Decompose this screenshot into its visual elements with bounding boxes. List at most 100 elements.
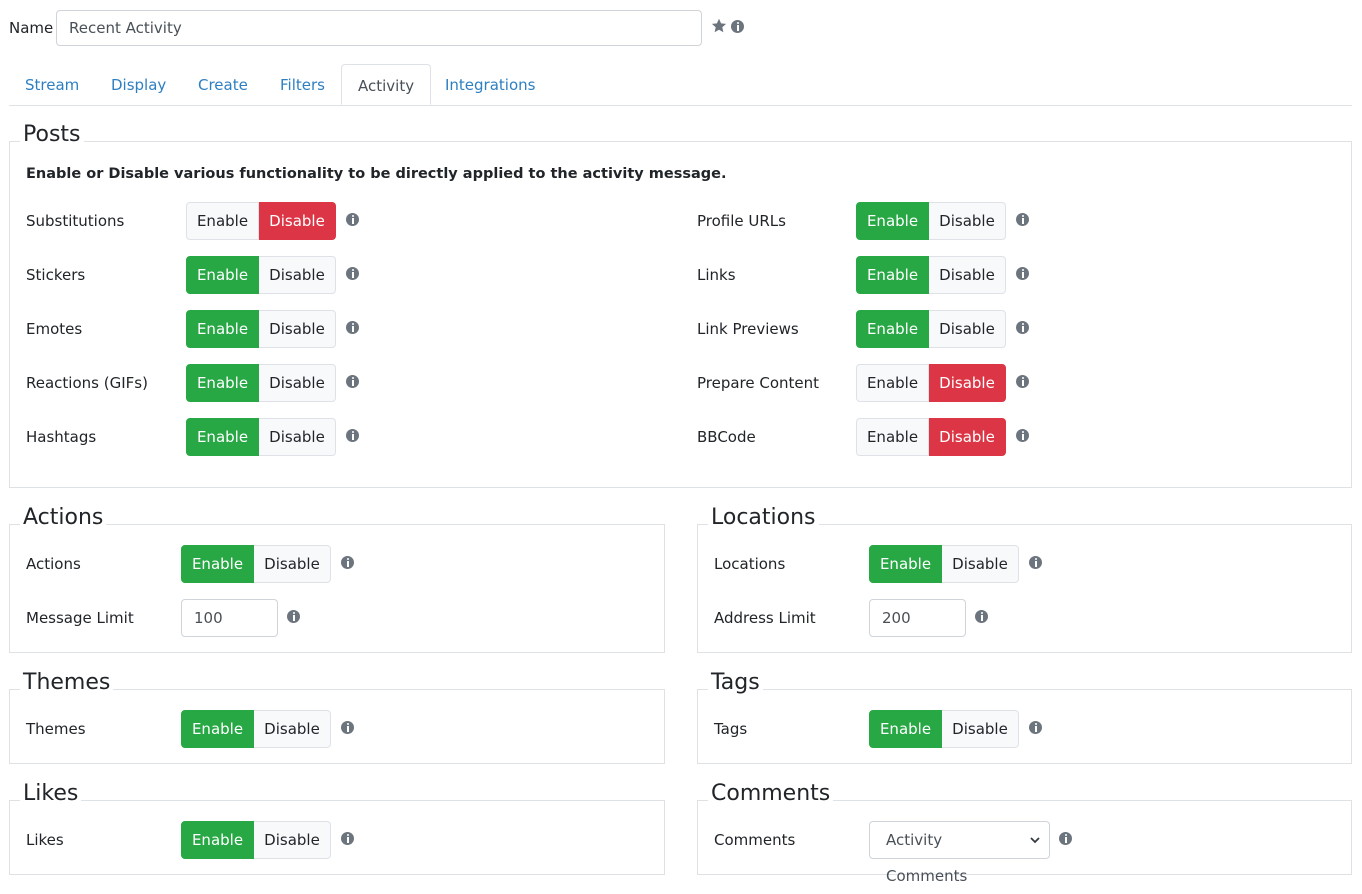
info-icon[interactable] — [1016, 321, 1029, 334]
comments-label: Comments — [714, 831, 796, 849]
emotes-disable-button[interactable]: Disable — [259, 310, 336, 348]
posts-description: Enable or Disable various functionality … — [26, 166, 727, 182]
chevron-down-icon — [1030, 837, 1040, 844]
hashtags-disable-button[interactable]: Disable — [259, 418, 336, 456]
info-icon[interactable] — [341, 721, 354, 734]
stickers-label: Stickers — [26, 266, 86, 284]
stickers-enable-button[interactable]: Enable — [186, 256, 259, 294]
info-icon[interactable] — [1016, 213, 1029, 226]
bbcode-toggle: Enable Disable — [856, 418, 1006, 456]
address-limit-input[interactable] — [869, 599, 966, 637]
tab-integrations[interactable]: Integrations — [429, 64, 551, 104]
actions-enable-button[interactable]: Enable — [181, 545, 254, 583]
tab-stream[interactable]: Stream — [9, 64, 95, 104]
info-icon[interactable] — [975, 610, 988, 623]
likes-toggle: Enable Disable — [181, 821, 331, 859]
tags-legend: Tags — [708, 668, 763, 698]
hashtags-enable-button[interactable]: Enable — [186, 418, 259, 456]
stickers-disable-button[interactable]: Disable — [259, 256, 336, 294]
link-previews-toggle: Enable Disable — [856, 310, 1006, 348]
reactions-gifs-disable-button[interactable]: Disable — [259, 364, 336, 402]
info-icon[interactable] — [346, 213, 359, 226]
tab-activity[interactable]: Activity — [341, 64, 432, 105]
links-disable-button[interactable]: Disable — [929, 256, 1006, 294]
name-input[interactable] — [56, 10, 702, 46]
likes-disable-button[interactable]: Disable — [254, 821, 331, 859]
actions-disable-button[interactable]: Disable — [254, 545, 331, 583]
star-icon[interactable] — [711, 18, 727, 34]
reactions-gifs-label: Reactions (GIFs) — [26, 374, 148, 392]
info-icon[interactable] — [346, 267, 359, 280]
tags-enable-button[interactable]: Enable — [869, 710, 942, 748]
tab-create[interactable]: Create — [182, 64, 264, 104]
locations-section: Locations Locations Enable Disable Addre… — [697, 503, 1352, 653]
info-icon[interactable] — [1029, 556, 1042, 569]
address-limit-label: Address Limit — [714, 609, 816, 627]
prepare-content-enable-button[interactable]: Enable — [856, 364, 929, 402]
themes-enable-button[interactable]: Enable — [181, 710, 254, 748]
tags-section: Tags Tags Enable Disable — [697, 668, 1352, 764]
link-previews-enable-button[interactable]: Enable — [856, 310, 929, 348]
substitutions-enable-button[interactable]: Enable — [186, 202, 259, 240]
substitutions-toggle: Enable Disable — [186, 202, 336, 240]
info-icon[interactable] — [346, 321, 359, 334]
actions-label: Actions — [26, 555, 81, 573]
likes-section: Likes Likes Enable Disable — [9, 779, 665, 875]
info-icon[interactable] — [341, 832, 354, 845]
message-limit-input[interactable] — [181, 599, 278, 637]
hashtags-toggle: Enable Disable — [186, 418, 336, 456]
info-icon[interactable] — [1059, 832, 1072, 845]
locations-legend: Locations — [708, 503, 819, 533]
substitutions-label: Substitutions — [26, 212, 125, 230]
tab-display[interactable]: Display — [95, 64, 182, 104]
links-enable-button[interactable]: Enable — [856, 256, 929, 294]
info-icon[interactable] — [1016, 267, 1029, 280]
bbcode-enable-button[interactable]: Enable — [856, 418, 929, 456]
substitutions-disable-button[interactable]: Disable — [259, 202, 336, 240]
locations-enable-button[interactable]: Enable — [869, 545, 942, 583]
info-icon[interactable] — [1016, 375, 1029, 388]
link-previews-disable-button[interactable]: Disable — [929, 310, 1006, 348]
links-toggle: Enable Disable — [856, 256, 1006, 294]
info-icon[interactable] — [346, 375, 359, 388]
hashtags-label: Hashtags — [26, 428, 97, 446]
info-icon[interactable] — [346, 429, 359, 442]
reactions-gifs-enable-button[interactable]: Enable — [186, 364, 259, 402]
locations-toggle: Enable Disable — [869, 545, 1019, 583]
profile-urls-toggle: Enable Disable — [856, 202, 1006, 240]
likes-enable-button[interactable]: Enable — [181, 821, 254, 859]
locations-disable-button[interactable]: Disable — [942, 545, 1019, 583]
info-icon[interactable] — [287, 610, 300, 623]
tags-label: Tags — [714, 720, 748, 738]
comments-select[interactable]: Activity Comments — [869, 821, 1050, 885]
tags-disable-button[interactable]: Disable — [942, 710, 1019, 748]
message-limit-label: Message Limit — [26, 609, 134, 627]
info-icon[interactable] — [341, 556, 354, 569]
posts-legend: Posts — [20, 120, 84, 150]
tab-filters[interactable]: Filters — [264, 64, 341, 104]
link-previews-label: Link Previews — [697, 320, 799, 338]
tab-bar: Stream Display Create Filters Activity I… — [9, 64, 1352, 106]
profile-urls-label: Profile URLs — [697, 212, 786, 230]
emotes-toggle: Enable Disable — [186, 310, 336, 348]
prepare-content-disable-button[interactable]: Disable — [929, 364, 1006, 402]
stickers-toggle: Enable Disable — [186, 256, 336, 294]
themes-section: Themes Themes Enable Disable — [9, 668, 665, 764]
prepare-content-label: Prepare Content — [697, 374, 820, 392]
profile-urls-disable-button[interactable]: Disable — [929, 202, 1006, 240]
prepare-content-toggle: Enable Disable — [856, 364, 1006, 402]
reactions-gifs-toggle: Enable Disable — [186, 364, 336, 402]
emotes-label: Emotes — [26, 320, 83, 338]
themes-disable-button[interactable]: Disable — [254, 710, 331, 748]
tags-toggle: Enable Disable — [869, 710, 1019, 748]
profile-urls-enable-button[interactable]: Enable — [856, 202, 929, 240]
info-icon[interactable] — [1016, 429, 1029, 442]
info-icon[interactable] — [1029, 721, 1042, 734]
actions-legend: Actions — [20, 503, 107, 533]
comments-select-value: Activity Comments — [886, 831, 968, 885]
bbcode-disable-button[interactable]: Disable — [929, 418, 1006, 456]
info-icon[interactable] — [731, 20, 744, 33]
likes-label: Likes — [26, 831, 64, 849]
posts-section: Posts Enable or Disable various function… — [9, 120, 1352, 488]
emotes-enable-button[interactable]: Enable — [186, 310, 259, 348]
